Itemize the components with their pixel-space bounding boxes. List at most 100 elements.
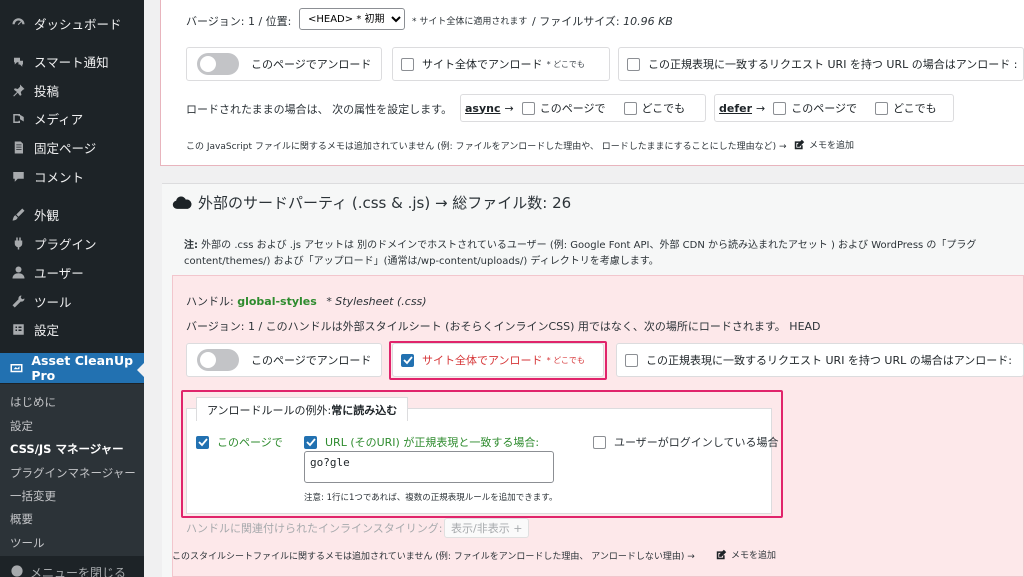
css-note-text: このスタイルシートファイルに関するメモは追加されていません (例: ファイルをア… <box>172 552 695 562</box>
collapse-icon <box>10 564 24 577</box>
highlight-exceptions <box>181 390 783 518</box>
js-unload-regex-option[interactable]: この正規表現に一致するリクエスト URI を持つ URL の場合はアンロード : <box>618 47 1024 81</box>
sidebar-item-label: Asset CleanUp Pro <box>31 353 134 383</box>
brush-icon <box>8 207 28 222</box>
defer-this-page-label: このページで <box>791 102 858 115</box>
sidebar-item-comments[interactable]: コメント <box>0 162 144 190</box>
sidebar-item-appearance[interactable]: 外観 <box>0 200 144 228</box>
defer-everywhere-checkbox[interactable] <box>875 101 889 115</box>
submenu-getting-started[interactable]: はじめに <box>10 394 56 410</box>
comment-icon <box>8 169 28 184</box>
sidebar-item-media[interactable]: メディア <box>0 104 144 132</box>
css-version-text: バージョン: 1 / このハンドルは外部スタイルシート (おそらくインラインCS… <box>186 320 821 333</box>
async-this-page-label: このページで <box>539 102 606 115</box>
handle-type: * Stylesheet (.css) <box>326 295 427 308</box>
pin-icon <box>8 83 28 98</box>
defer-option-group: defer → このページで どこでも <box>714 94 954 122</box>
defer-everywhere-label: どこでも <box>893 102 937 115</box>
media-icon <box>8 111 28 126</box>
submenu-tools[interactable]: ツール <box>10 535 45 551</box>
filesize-label-text: / ファイルサイズ: <box>532 15 624 28</box>
submenu-overview[interactable]: 概要 <box>10 511 33 527</box>
page-icon <box>8 140 28 155</box>
submenu-bulk-changes[interactable]: 一括変更 <box>10 488 56 504</box>
sidebar-item-asset-cleanup[interactable]: Asset CleanUp Pro <box>0 353 145 383</box>
sidebar-item-dashboard[interactable]: ダッシュボード <box>0 9 144 37</box>
attribute-text: ロードされたままの場合は、 次の属性を設定します。 <box>186 103 453 116</box>
handle-row: ハンドル: global-styles * Stylesheet (.css) <box>186 293 427 309</box>
css-add-note-link[interactable]: メモを追加 <box>716 548 776 561</box>
sidebar-item-label: ツール <box>34 294 72 310</box>
sidebar-item-posts[interactable]: 投稿 <box>0 76 144 104</box>
sidebar-item-label: スマート通知 <box>34 54 109 70</box>
js-note-text: この JavaScript ファイルに関するメモは追加されていません (例: フ… <box>186 142 787 152</box>
sidebar-item-pages[interactable]: 固定ページ <box>0 133 144 161</box>
sidebar-item-label: 投稿 <box>34 83 60 99</box>
cloud-icon <box>172 195 192 209</box>
sidebar-item-label: 設定 <box>34 322 60 338</box>
handle-value: global-styles <box>237 295 317 308</box>
async-label[interactable]: async <box>465 102 501 115</box>
notification-icon <box>8 54 28 69</box>
js-unload-site-option[interactable]: サイト全体でアンロード * どこでも <box>392 47 610 81</box>
unload-site-checkbox[interactable] <box>401 57 414 71</box>
sitewide-note: * サイト全体に適用されます <box>412 17 528 27</box>
css-unload-page-label: このページでアンロード <box>251 354 372 367</box>
settings-icon <box>8 322 28 337</box>
asset-cleanup-submenu: はじめに 設定 CSS/JS マネージャー プラグインマネージャー 一括変更 概… <box>0 384 144 556</box>
unload-page-switch[interactable] <box>197 53 239 75</box>
css-unload-regex-checkbox[interactable] <box>625 353 638 367</box>
section-note-bold: 注: <box>184 240 198 251</box>
async-this-page-checkbox[interactable] <box>521 101 535 115</box>
sidebar-item-label: 固定ページ <box>34 140 97 156</box>
js-version-text: バージョン: 1 / 位置: <box>186 15 292 28</box>
sidebar-item-label: 外観 <box>34 207 60 223</box>
section-title: 外部のサードパーティ (.css & .js) → 総ファイル数: 26 <box>172 192 571 213</box>
dashboard-icon <box>8 16 28 31</box>
js-unload-page-toggle[interactable]: このページでアンロード <box>186 47 382 81</box>
sidebar-item-label: コメント <box>34 169 85 185</box>
position-select[interactable]: <HEAD> * 初期 <box>299 8 405 30</box>
edit-icon <box>716 549 727 560</box>
sidebar-item-settings[interactable]: 設定 <box>0 315 144 343</box>
main-content: バージョン: 1 / 位置: <HEAD> * 初期 * サイト全体に適用されま… <box>144 0 1024 577</box>
section-title-text: 外部のサードパーティ (.css & .js) → 総ファイル数: 26 <box>198 194 572 212</box>
css-unload-regex-option[interactable]: この正規表現に一致するリクエスト URI を持つ URL の場合はアンロード: <box>616 343 1024 377</box>
submenu-css-js-manager[interactable]: CSS/JS マネージャー <box>10 441 124 457</box>
add-note-label: メモを追加 <box>809 141 855 151</box>
js-add-note-link[interactable]: メモを追加 <box>794 138 854 151</box>
filesize-value: 10.96 KB <box>623 15 673 28</box>
unload-site-sup: * どこでも <box>546 59 585 69</box>
unload-regex-checkbox[interactable] <box>627 57 640 71</box>
async-everywhere-checkbox[interactable] <box>623 101 637 115</box>
collapse-label: メニューを閉じる <box>30 565 127 577</box>
async-everywhere-label: どこでも <box>641 102 686 115</box>
css-unload-page-switch[interactable] <box>197 349 239 371</box>
defer-this-page-checkbox[interactable] <box>773 101 787 115</box>
plus-icon: + <box>513 522 523 535</box>
show-hide-label: 表示/非表示 <box>451 522 510 535</box>
css-unload-page-toggle[interactable]: このページでアンロード <box>186 343 382 377</box>
filesize-label: / ファイルサイズ: 10.96 KB <box>532 13 673 29</box>
sidebar-item-label: ダッシュボード <box>34 16 122 32</box>
sidebar-item-plugins[interactable]: プラグイン <box>0 229 144 257</box>
plugin-icon <box>8 236 28 251</box>
wrench-icon <box>8 294 28 309</box>
sidebar-item-tools[interactable]: ツール <box>0 287 144 315</box>
defer-arrow: → <box>756 101 766 115</box>
submenu-settings[interactable]: 設定 <box>10 418 33 434</box>
section-note: 注: 外部の .css および .js アセットは 別のドメインでホストされてい… <box>184 236 976 251</box>
asset-cleanup-icon <box>8 361 25 376</box>
defer-label[interactable]: defer <box>719 102 752 115</box>
collapse-menu-button[interactable]: メニューを閉じる <box>0 562 144 577</box>
submenu-plugin-manager[interactable]: プラグインマネージャー <box>10 465 136 481</box>
unload-site-label: サイト全体でアンロード <box>422 58 543 71</box>
sidebar-item-users[interactable]: ユーザー <box>0 258 144 286</box>
show-hide-button[interactable]: 表示/非表示 + <box>444 518 530 538</box>
handle-label: ハンドル: <box>186 295 234 308</box>
highlight-unload-site <box>389 341 607 380</box>
edit-icon <box>794 139 805 150</box>
admin-sidebar: ダッシュボード スマート通知 投稿 メディア 固定ページ コメント 外観 プラグ… <box>0 0 145 577</box>
sidebar-item-smart-notifications[interactable]: スマート通知 <box>0 47 144 75</box>
unload-page-label: このページでアンロード <box>251 58 372 71</box>
